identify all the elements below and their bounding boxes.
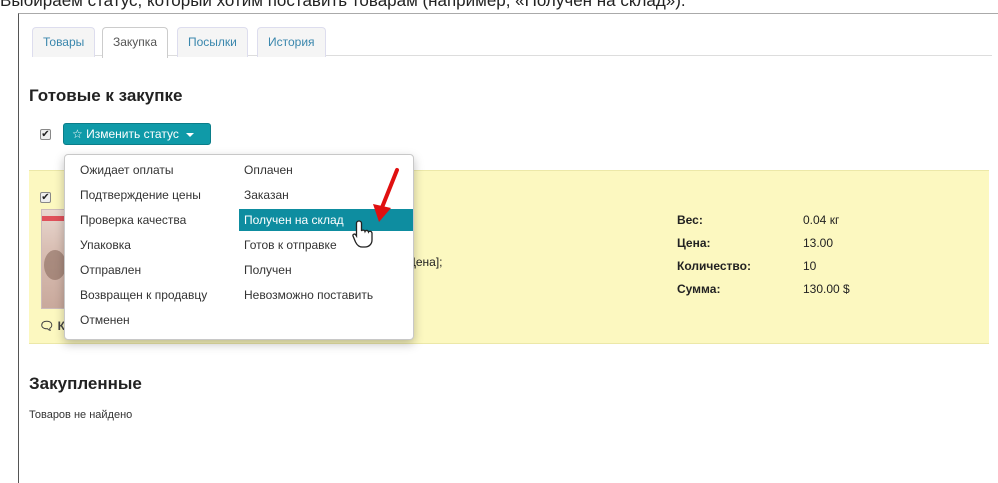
ready-section-title: Готовые к закупке <box>29 86 183 105</box>
change-status-button[interactable]: ☆ Изменить статус <box>63 123 211 145</box>
tab-bar: Товары Закупка Посылки История <box>32 24 992 58</box>
tab-parcels[interactable]: Посылки <box>177 27 248 57</box>
status-option-quality-check[interactable]: Проверка качества <box>75 209 235 231</box>
comment-icon: 🗨 <box>39 319 55 333</box>
red-arrow-annotation <box>373 168 399 222</box>
app-frame: Товары Закупка Посылки История Готовые к… <box>18 13 998 483</box>
price-label: Цена: <box>677 236 711 250</box>
status-option-ready-to-ship[interactable]: Готов к отправке <box>239 234 409 256</box>
comment-link[interactable]: 🗨 К <box>39 319 65 333</box>
status-option-received[interactable]: Получен <box>239 259 409 281</box>
weight-label: Вес: <box>677 213 703 227</box>
status-option-packing[interactable]: Упаковка <box>75 234 235 256</box>
sum-value: 130.00 $ <box>803 282 850 296</box>
tab-history[interactable]: История <box>257 27 326 57</box>
purchased-section-title: Закупленные <box>29 374 142 393</box>
item-checkbox[interactable]: ✔ <box>40 192 51 203</box>
hand-cursor-icon <box>352 220 373 248</box>
instruction-caption: Выбираем статус, который хотим поставить… <box>0 0 686 10</box>
change-status-label: Изменить статус <box>86 127 179 141</box>
quantity-label: Количество: <box>677 259 751 273</box>
star-outline-icon: ☆ <box>72 127 83 141</box>
tab-products[interactable]: Товары <box>32 27 96 57</box>
select-all-checkbox[interactable]: ✔ <box>40 129 51 140</box>
status-option-awaiting-payment[interactable]: Ожидает оплаты <box>75 159 235 181</box>
empty-state-text: Товаров не найдено <box>29 409 133 421</box>
quantity-value: 10 <box>803 259 817 273</box>
caret-down-icon <box>186 132 195 137</box>
status-option-shipped[interactable]: Отправлен <box>75 259 235 281</box>
status-option-unavailable[interactable]: Невозможно поставить <box>239 284 409 306</box>
sum-label: Сумма: <box>677 282 721 296</box>
status-option-price-confirmation[interactable]: Подтверждение цены <box>75 184 235 206</box>
price-value: 13.00 <box>803 236 834 250</box>
status-option-returned[interactable]: Возвращен к продавцу <box>75 284 235 306</box>
status-option-cancelled[interactable]: Отменен <box>75 309 235 331</box>
tab-purchase[interactable]: Закупка <box>102 27 168 58</box>
weight-value: 0.04 кг <box>803 213 840 227</box>
